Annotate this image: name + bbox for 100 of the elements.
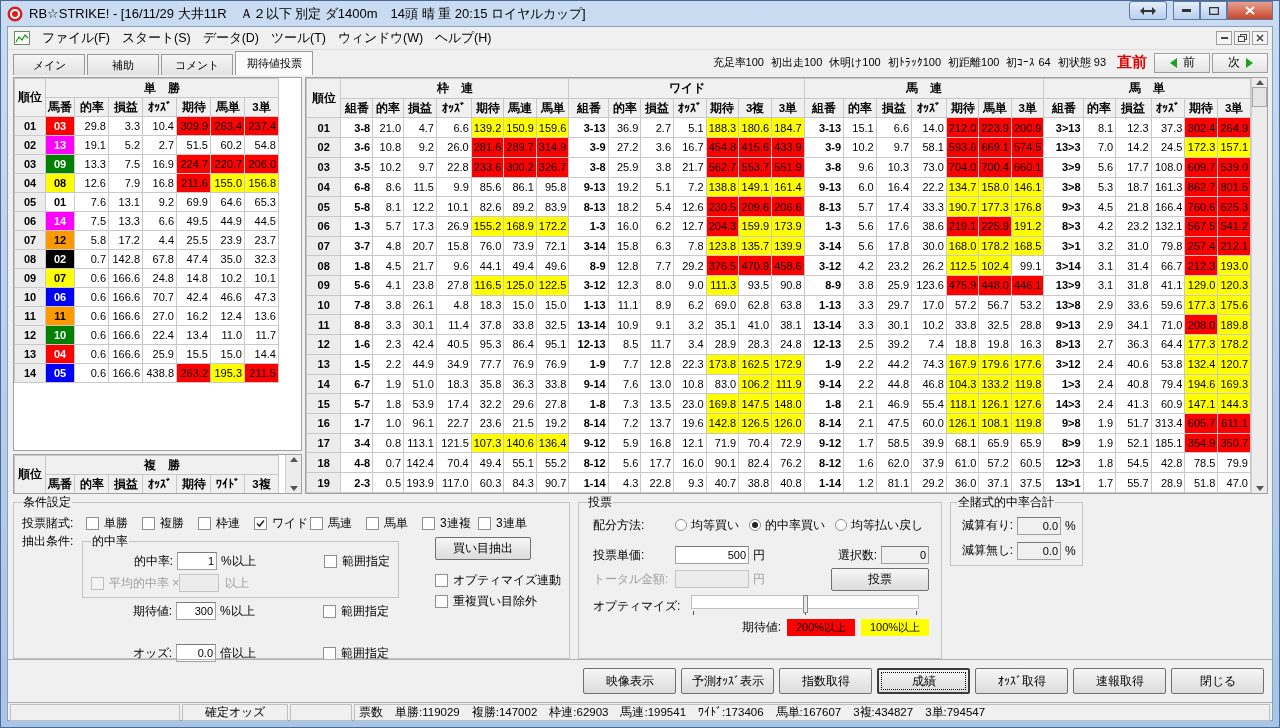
menu-item[interactable]: ツール(T) bbox=[271, 29, 326, 47]
tab[interactable]: コメント bbox=[161, 54, 233, 75]
table-cell: 3.3 bbox=[843, 314, 877, 335]
prev-button[interactable]: 前 bbox=[1154, 52, 1210, 73]
radio-button[interactable] bbox=[835, 519, 847, 531]
input-field[interactable]: 1 bbox=[177, 552, 217, 570]
action-button[interactable]: 成績 bbox=[877, 668, 970, 694]
group-header: 単 勝 bbox=[45, 78, 279, 98]
action-button[interactable]: 閉じる bbox=[1171, 668, 1264, 694]
table-cell: 76.9 bbox=[503, 354, 537, 375]
table-cell: 36.3 bbox=[1115, 334, 1152, 355]
group-title: 的中率 bbox=[91, 533, 129, 550]
scroll-down-icon[interactable] bbox=[1255, 486, 1264, 491]
table-cell: 41.0 bbox=[738, 314, 772, 335]
resize-button[interactable] bbox=[1129, 1, 1167, 20]
menu-item[interactable]: ヘルプ(H) bbox=[435, 29, 492, 47]
table-cell: 21.7 bbox=[403, 255, 437, 276]
value-field[interactable]: 0.0 bbox=[1017, 516, 1061, 535]
checkbox[interactable]: 範囲指定 bbox=[324, 552, 390, 570]
tab[interactable]: メイン bbox=[13, 54, 85, 75]
checkbox[interactable]: 馬連 bbox=[310, 514, 366, 532]
table-cell: 47.4 bbox=[176, 249, 211, 269]
checkbox[interactable]: オプティマイズ連動 bbox=[435, 572, 561, 589]
checkbox[interactable]: 範囲指定 bbox=[323, 602, 417, 620]
field-label: 減算有り: bbox=[960, 517, 1013, 534]
checkbox[interactable]: 単勝 bbox=[86, 514, 142, 532]
table-cell: 29.2 bbox=[911, 472, 947, 493]
checkbox[interactable]: 枠連 bbox=[198, 514, 254, 532]
scroll-down-icon[interactable] bbox=[289, 486, 298, 491]
checkbox[interactable]: 馬単 bbox=[366, 514, 422, 532]
rank-cell: 11 bbox=[306, 314, 341, 335]
table-cell: 49.4 bbox=[503, 255, 537, 276]
vote-button[interactable]: 投票 bbox=[831, 567, 929, 591]
table-cell: 53.8 bbox=[1151, 354, 1185, 375]
tab[interactable]: 期待値投票 bbox=[235, 51, 313, 75]
table-cell: 24.8 bbox=[142, 268, 177, 288]
close-button[interactable] bbox=[1252, 31, 1268, 45]
table-cell: 39.9 bbox=[911, 433, 947, 453]
table-cell: 2.1 bbox=[843, 393, 877, 414]
input-field[interactable]: 0.0 bbox=[176, 644, 216, 662]
table-cell: 14>3 bbox=[1043, 393, 1084, 414]
minimize-button[interactable] bbox=[1216, 31, 1232, 45]
table-cell: 8-12 bbox=[568, 452, 609, 473]
menu-item[interactable]: スタート(S) bbox=[121, 29, 191, 47]
table-cell: 22.8 bbox=[640, 472, 674, 493]
group-header: 馬 単 bbox=[1043, 78, 1251, 99]
minimize-button[interactable] bbox=[1173, 1, 1200, 20]
slider-thumb[interactable] bbox=[803, 595, 808, 613]
action-button[interactable]: 予測ｵｯｽﾞ表示 bbox=[681, 668, 774, 694]
table-cell: 0.5 bbox=[372, 472, 404, 493]
table-cell: 7.9 bbox=[108, 173, 143, 193]
scroll-up-icon[interactable] bbox=[289, 457, 298, 462]
radio-button[interactable] bbox=[749, 519, 761, 531]
radio-label[interactable]: 的中率買い bbox=[765, 516, 825, 534]
close-button[interactable] bbox=[1227, 1, 1273, 20]
action-button[interactable]: ｵｯｽﾞ取得 bbox=[975, 668, 1068, 694]
radio-label[interactable]: 均等払い戻し bbox=[851, 516, 923, 534]
radio-label[interactable]: 均等買い bbox=[691, 516, 739, 534]
action-button[interactable]: 映像表示 bbox=[583, 668, 676, 694]
table-cell: 2.5 bbox=[843, 334, 877, 355]
scroll-up-icon[interactable] bbox=[1255, 80, 1264, 85]
value-field[interactable]: 0.0 bbox=[1017, 541, 1061, 560]
input-field[interactable]: 500 bbox=[675, 546, 749, 564]
input-field[interactable]: 300 bbox=[176, 602, 216, 620]
table-cell: 70.4 bbox=[738, 433, 772, 453]
table-cell: 6.2 bbox=[673, 295, 707, 315]
checkbox[interactable]: 複勝 bbox=[142, 514, 198, 532]
table-cell: 33.8 bbox=[503, 314, 537, 335]
table-cell: 14.2 bbox=[1115, 137, 1152, 158]
optimize-slider[interactable] bbox=[691, 595, 919, 617]
maximize-button[interactable] bbox=[1200, 1, 1227, 20]
table-cell: 5.1 bbox=[673, 117, 707, 138]
scroll-thumb[interactable] bbox=[1252, 87, 1267, 107]
menu-item[interactable]: データ(D) bbox=[202, 29, 259, 47]
table-cell: 37.3 bbox=[1151, 117, 1185, 138]
table-cell: 4.4 bbox=[142, 230, 177, 250]
tab[interactable]: 補助 bbox=[87, 54, 159, 75]
checkbox[interactable]: ワイド bbox=[254, 514, 310, 532]
checkbox[interactable]: 重複買い目除外 bbox=[435, 593, 561, 610]
next-button[interactable]: 次 bbox=[1212, 52, 1268, 73]
menu-item[interactable]: ウィンドウ(W) bbox=[337, 29, 424, 47]
rank-cell: 16 bbox=[306, 413, 341, 434]
scrollbar[interactable] bbox=[285, 455, 301, 493]
checkbox[interactable]: 範囲指定 bbox=[323, 644, 417, 662]
action-button[interactable]: 速報取得 bbox=[1073, 668, 1166, 694]
table-cell: 9.2 bbox=[142, 192, 177, 212]
table-cell: 5-6 bbox=[340, 275, 373, 296]
checkbox[interactable]: 3連単 bbox=[478, 514, 534, 532]
table-cell: 1.8 bbox=[1083, 452, 1116, 473]
restore-button[interactable] bbox=[1234, 31, 1250, 45]
table-cell: 9.0 bbox=[673, 275, 707, 296]
table-cell: 19.8 bbox=[978, 334, 1012, 355]
radio-button[interactable] bbox=[675, 519, 687, 531]
extract-button[interactable]: 買い目抽出 bbox=[435, 537, 531, 560]
checkbox[interactable]: 3連複 bbox=[422, 514, 478, 532]
action-button[interactable]: 指数取得 bbox=[779, 668, 872, 694]
scrollbar[interactable] bbox=[1251, 78, 1267, 493]
count-field[interactable]: 0 bbox=[881, 546, 929, 564]
table-cell: 6-8 bbox=[340, 177, 373, 197]
menu-item[interactable]: ファイル(F) bbox=[42, 29, 110, 47]
